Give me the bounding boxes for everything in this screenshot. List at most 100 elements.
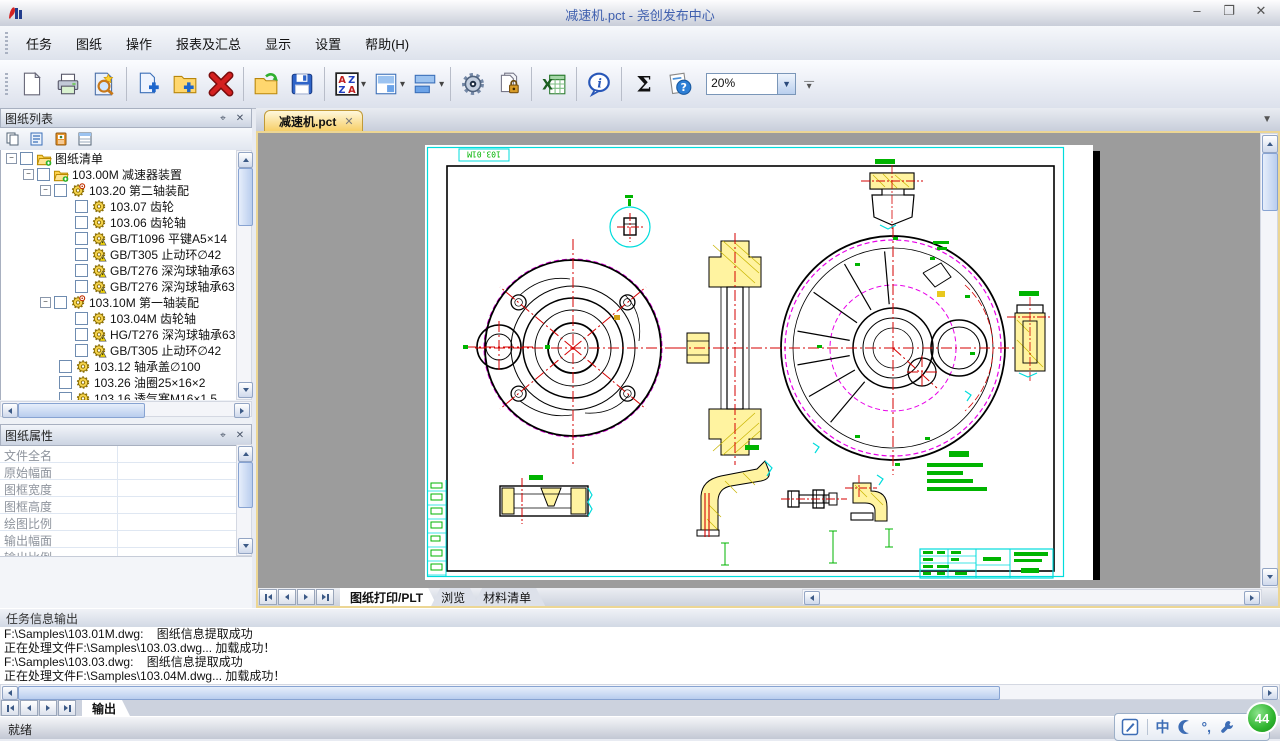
- tree-vertical-scrollbar[interactable]: [236, 150, 252, 400]
- output-horizontal-scrollbar[interactable]: [0, 684, 1280, 700]
- last-view-button[interactable]: [316, 589, 334, 605]
- next-output-button[interactable]: [39, 700, 57, 716]
- tree-row[interactable]: − 103.20 第二轴装配: [1, 182, 237, 198]
- tree-checkbox[interactable]: [59, 376, 72, 389]
- tab-print-plt[interactable]: 图纸打印/PLT: [340, 588, 437, 606]
- menu-settings[interactable]: 设置: [303, 30, 353, 57]
- tree-row[interactable]: − 103.00M 减速器装置: [1, 166, 237, 182]
- ime-punctuation-icon[interactable]: °,: [1202, 719, 1212, 735]
- tree-checkbox[interactable]: [75, 280, 88, 293]
- property-row[interactable]: 绘图比例: [0, 514, 252, 531]
- menu-sheet[interactable]: 图纸: [64, 30, 114, 57]
- layout-tile-button[interactable]: [407, 64, 443, 104]
- tree-row[interactable]: GB/T1096 平键A5×14: [1, 230, 237, 246]
- menu-help[interactable]: 帮助(H): [353, 30, 421, 57]
- open-button[interactable]: [248, 64, 284, 104]
- collapse-icon[interactable]: −: [6, 153, 17, 164]
- tab-list-dropdown[interactable]: ▼: [1262, 114, 1272, 125]
- tree-row[interactable]: GB/T276 深沟球轴承63: [1, 278, 237, 294]
- detail-view-button[interactable]: [75, 130, 95, 148]
- property-row[interactable]: 原始幅面: [0, 463, 252, 480]
- ime-chinese-mode[interactable]: 中: [1156, 717, 1170, 737]
- menu-report[interactable]: 报表及汇总: [164, 30, 253, 57]
- property-row[interactable]: 输出幅面: [0, 531, 252, 548]
- close-panel-icon[interactable]: ✕: [233, 111, 247, 125]
- restore-button[interactable]: ❐: [1220, 3, 1238, 19]
- drawing-canvas[interactable]: 103.01M: [258, 133, 1260, 588]
- tree-checkbox[interactable]: [59, 392, 72, 401]
- report-list-button[interactable]: [27, 130, 47, 148]
- layout-cascade-button[interactable]: [368, 64, 404, 104]
- tab-close-icon[interactable]: ✕: [344, 115, 353, 128]
- tree-row[interactable]: 103.04M 齿轮轴: [1, 310, 237, 326]
- tree-row[interactable]: 103.12 轴承盖∅100: [1, 358, 237, 374]
- tree-checkbox[interactable]: [75, 344, 88, 357]
- tree-checkbox[interactable]: [75, 328, 88, 341]
- print-preview-button[interactable]: [86, 64, 122, 104]
- tree-row[interactable]: − 图纸清单: [1, 150, 237, 166]
- add-folder-button[interactable]: [167, 64, 203, 104]
- document-vertical-scrollbar[interactable]: [1260, 133, 1278, 588]
- properties-vertical-scrollbar[interactable]: [236, 444, 252, 556]
- tree-checkbox[interactable]: [54, 184, 67, 197]
- copy-list-button[interactable]: [3, 130, 23, 148]
- document-tab[interactable]: 减速机.pct ✕: [264, 110, 363, 132]
- print-button[interactable]: [50, 64, 86, 104]
- notification-badge[interactable]: 44: [1246, 702, 1278, 734]
- layout-cascade-caret[interactable]: ▾: [400, 79, 405, 90]
- menu-view[interactable]: 显示: [253, 30, 303, 57]
- tree-row[interactable]: GB/T305 止动环∅42: [1, 342, 237, 358]
- property-row[interactable]: 图框高度: [0, 497, 252, 514]
- tree-checkbox[interactable]: [75, 248, 88, 261]
- tree-checkbox[interactable]: [37, 168, 50, 181]
- address-book-button[interactable]: [51, 130, 71, 148]
- tab-browse[interactable]: 浏览: [431, 588, 479, 606]
- tree-checkbox[interactable]: [75, 264, 88, 277]
- ime-fullwidth-moon-icon[interactable]: [1178, 719, 1194, 735]
- tree-checkbox[interactable]: [59, 360, 72, 373]
- property-row[interactable]: 图框宽度: [0, 480, 252, 497]
- excel-report-button[interactable]: X: [536, 64, 572, 104]
- collapse-icon[interactable]: −: [40, 297, 51, 308]
- summary-button[interactable]: Σ: [626, 64, 662, 104]
- sort-button[interactable]: A Z Z A: [329, 64, 365, 104]
- add-drawing-button[interactable]: [131, 64, 167, 104]
- zoom-dropdown-button[interactable]: ▼: [777, 74, 795, 94]
- tree-row[interactable]: GB/T276 深沟球轴承63: [1, 262, 237, 278]
- next-view-button[interactable]: [297, 589, 315, 605]
- toolbar-overflow-button[interactable]: —▾: [804, 79, 814, 89]
- tree-checkbox[interactable]: [54, 296, 67, 309]
- tree-row[interactable]: 103.26 油圈25×16×2: [1, 374, 237, 390]
- toolbar-grip[interactable]: [5, 73, 8, 95]
- layout-tile-caret[interactable]: ▾: [439, 79, 444, 90]
- sort-dropdown-caret[interactable]: ▾: [361, 79, 366, 90]
- pin-icon[interactable]: ⌖: [216, 111, 230, 125]
- prev-output-button[interactable]: [20, 700, 38, 716]
- property-row[interactable]: 文件全名: [0, 446, 252, 463]
- first-view-button[interactable]: [259, 589, 277, 605]
- tree-checkbox[interactable]: [75, 216, 88, 229]
- tree-row[interactable]: − 103.10M 第一轴装配: [1, 294, 237, 310]
- tree-checkbox[interactable]: [75, 200, 88, 213]
- menu-task[interactable]: 任务: [14, 30, 64, 57]
- ime-input-icon[interactable]: [1121, 718, 1139, 736]
- document-horizontal-scrollbar[interactable]: [802, 589, 1262, 605]
- tree-row[interactable]: 103.16 透气塞M16×1.5: [1, 390, 237, 400]
- collapse-icon[interactable]: −: [23, 169, 34, 180]
- help-button[interactable]: ?: [662, 64, 698, 104]
- close-button[interactable]: ✕: [1252, 3, 1270, 19]
- ime-wrench-icon[interactable]: [1219, 719, 1235, 735]
- tab-output[interactable]: 输出: [82, 700, 130, 716]
- tree-checkbox[interactable]: [20, 152, 33, 165]
- tab-bom[interactable]: 材料清单: [473, 588, 545, 606]
- settings-button[interactable]: [455, 64, 491, 104]
- pin-icon[interactable]: ⌖: [216, 428, 230, 442]
- delete-button[interactable]: [203, 64, 239, 104]
- zoom-combobox[interactable]: 20% ▼: [706, 73, 796, 95]
- menubar-grip[interactable]: [5, 32, 8, 54]
- tree-checkbox[interactable]: [75, 312, 88, 325]
- menu-operation[interactable]: 操作: [114, 30, 164, 57]
- prev-view-button[interactable]: [278, 589, 296, 605]
- info-button[interactable]: i: [581, 64, 617, 104]
- tree-checkbox[interactable]: [75, 232, 88, 245]
